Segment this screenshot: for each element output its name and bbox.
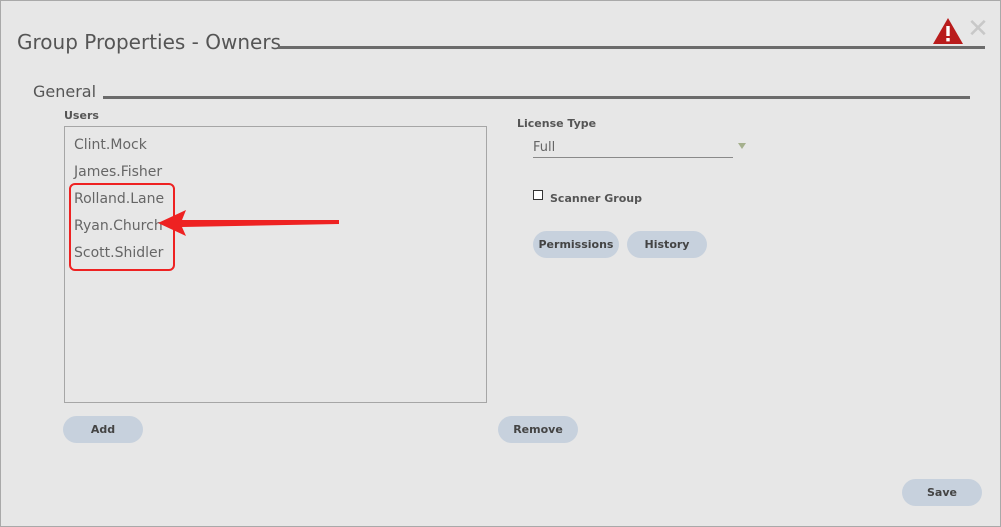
license-type-label: License Type xyxy=(517,117,597,130)
close-icon[interactable]: ✕ xyxy=(967,15,989,43)
section-divider xyxy=(103,96,970,99)
scanner-group-label[interactable]: Scanner Group xyxy=(550,192,642,205)
permissions-button[interactable]: Permissions xyxy=(533,231,619,258)
warning-icon xyxy=(933,18,963,44)
remove-button[interactable]: Remove xyxy=(498,416,578,443)
history-button[interactable]: History xyxy=(627,231,707,258)
group-properties-dialog: Group Properties - Owners ✕ General User… xyxy=(0,0,1001,527)
add-button[interactable]: Add xyxy=(63,416,143,443)
save-button[interactable]: Save xyxy=(902,479,982,506)
user-list-item[interactable]: Clint.Mock xyxy=(74,137,147,153)
section-title-general: General xyxy=(33,82,97,101)
user-list-item[interactable]: James.Fisher xyxy=(74,164,162,180)
annotation-arrow xyxy=(158,210,339,236)
title-divider xyxy=(278,46,985,49)
chevron-down-icon[interactable] xyxy=(738,143,746,149)
license-type-select[interactable]: Full xyxy=(533,138,733,158)
dialog-title: Group Properties - Owners xyxy=(17,30,281,54)
scanner-group-checkbox[interactable] xyxy=(533,190,543,200)
users-label: Users xyxy=(64,109,99,122)
